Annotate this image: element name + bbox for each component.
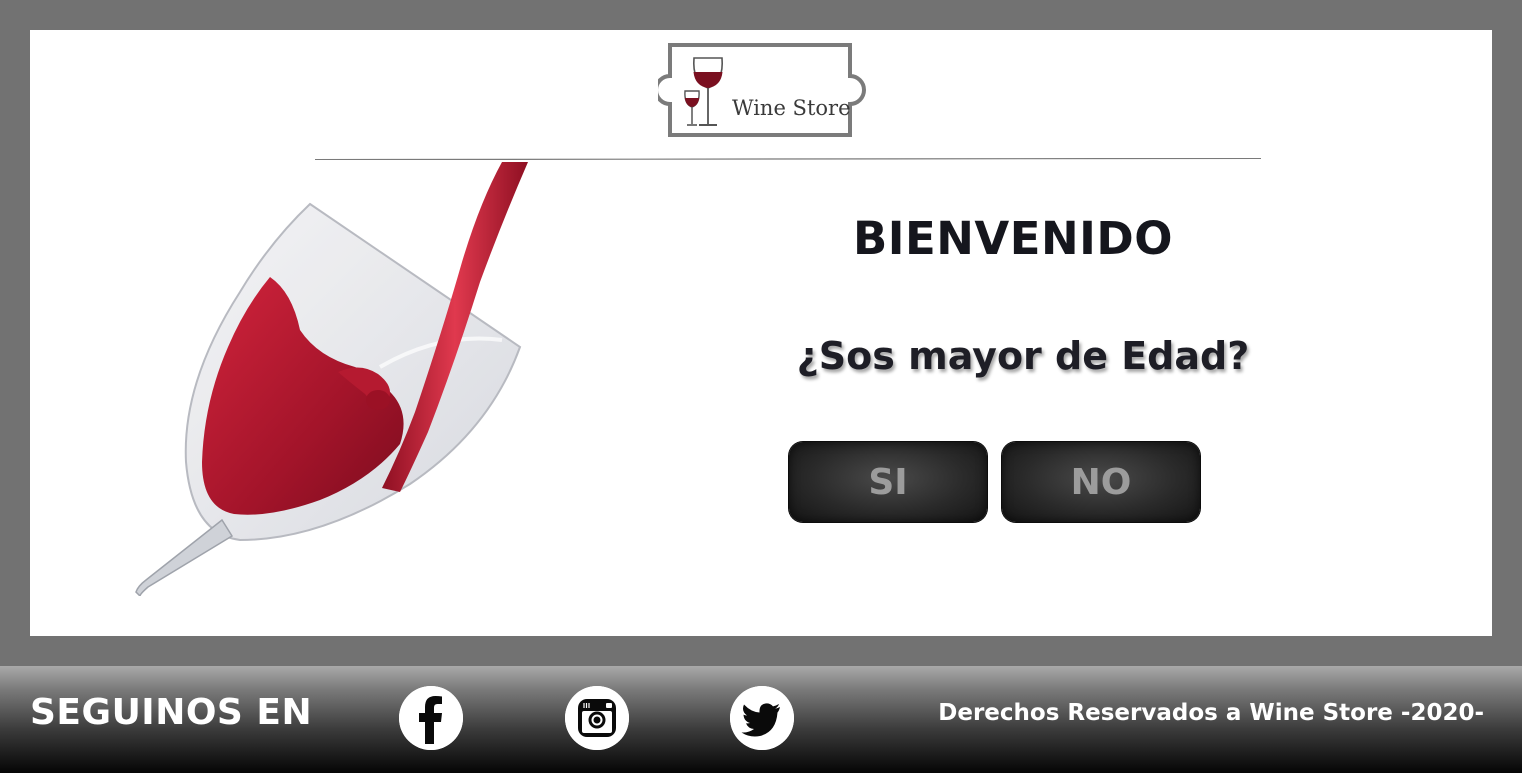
wine-store-logo: Wine Store	[654, 42, 866, 138]
wine-glass-image	[135, 162, 528, 596]
logo-frame-icon	[654, 43, 866, 137]
facebook-link[interactable]	[399, 686, 463, 750]
copyright-text: Derechos Reservados a Wine Store -2020-	[938, 700, 1484, 726]
follow-us-label: SEGUINOS EN	[30, 692, 313, 733]
age-question: ¿Sos mayor de Edad?	[796, 334, 1250, 378]
twitter-link[interactable]	[730, 686, 794, 750]
age-gate-page: Wine Store BIENVENIDO ¿Sos mayor de Edad…	[0, 0, 1522, 773]
header-divider	[315, 158, 1261, 160]
welcome-panel: Wine Store BIENVENIDO ¿Sos mayor de Edad…	[30, 30, 1492, 636]
yes-button[interactable]: SI	[789, 442, 987, 522]
brand-name: Wine Store	[732, 96, 851, 120]
no-button[interactable]: NO	[1002, 442, 1200, 522]
instagram-link[interactable]	[565, 686, 629, 750]
instagram-icon	[565, 686, 629, 750]
welcome-title: BIENVENIDO	[852, 212, 1174, 265]
twitter-icon	[730, 686, 794, 750]
facebook-icon	[399, 686, 463, 750]
footer-bar: SEGUINOS EN Derechos Reservados a Wine S…	[0, 666, 1522, 773]
